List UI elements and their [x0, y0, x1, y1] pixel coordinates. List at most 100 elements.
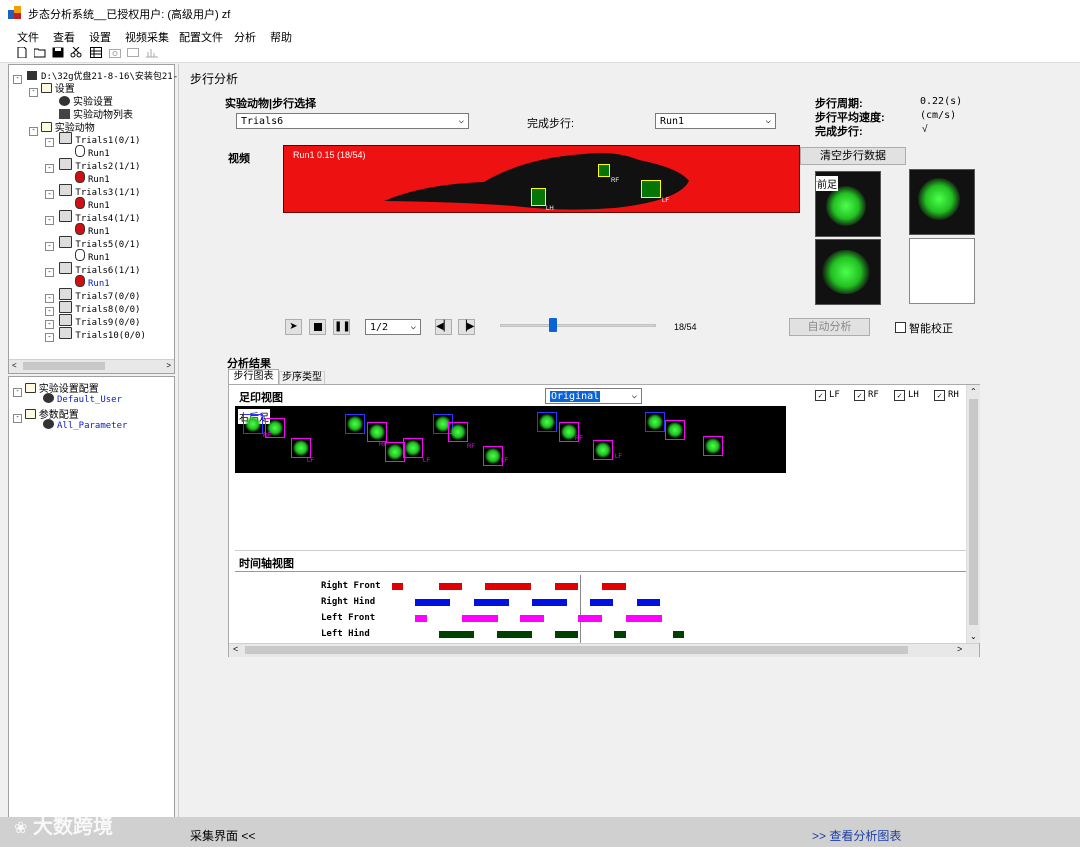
- thumb-2[interactable]: [909, 169, 975, 235]
- play-button[interactable]: ➤: [285, 319, 302, 335]
- trial-icon: [59, 314, 73, 326]
- gear-icon: [43, 393, 54, 403]
- trial-icon: [59, 301, 73, 313]
- tree-horizontal-scrollbar[interactable]: < >: [9, 359, 174, 373]
- cut-icon[interactable]: [70, 47, 82, 58]
- timeline-stance-bar: [555, 583, 578, 590]
- timeline-label: 时间轴视图: [239, 558, 294, 570]
- auto-analyze-button[interactable]: 自动分析: [789, 318, 870, 336]
- paw-icon: [75, 249, 85, 261]
- menu-file[interactable]: 文件: [17, 29, 39, 45]
- app-icon: [8, 6, 21, 19]
- trial-icon: [59, 262, 73, 274]
- checkbox-rf[interactable]: ✓ RF: [854, 390, 879, 401]
- save-icon[interactable]: [52, 47, 64, 58]
- results-panel: 足印视图 Original⌵ ✓LF ✓RF ✓LH ✓RH 右后足 RFLFR…: [228, 384, 980, 657]
- prev-frame-button[interactable]: ◀▏: [435, 319, 452, 335]
- footprint-box: [345, 414, 365, 434]
- tree-trial[interactable]: - Trials1(0/1): [45, 132, 140, 147]
- menu-analysis[interactable]: 分析: [234, 29, 256, 45]
- menu-video-capture[interactable]: 视频采集: [125, 29, 169, 45]
- slider-thumb[interactable]: [549, 318, 557, 332]
- timeline-stance-bar: [626, 615, 662, 622]
- tree-run[interactable]: Run1: [75, 223, 110, 237]
- folder-icon: [40, 122, 52, 132]
- tree-all-parameter[interactable]: All_Parameter: [43, 419, 127, 431]
- timeline-stance-bar: [392, 583, 403, 590]
- trial-icon: [59, 327, 73, 339]
- timeline-stance-bar: [532, 599, 567, 606]
- footprint-tag: LF: [501, 458, 509, 464]
- folder-icon: [40, 83, 52, 93]
- menu-config-file[interactable]: 配置文件: [179, 29, 223, 45]
- tree-run[interactable]: Run1: [75, 171, 110, 185]
- trial-icon: [59, 158, 73, 170]
- config-tree-panel: - 实验设置配置 Default_User - 参数配置 All_Paramet…: [8, 376, 175, 819]
- video-frame[interactable]: Run1 0.15 (18/54) RF LH LF: [283, 145, 800, 213]
- playback-speed-select[interactable]: 1/2 ⌵: [365, 319, 421, 335]
- tree-trial[interactable]: - Trials8(0/0): [45, 301, 140, 316]
- checkbox-lf[interactable]: ✓ LF: [815, 390, 840, 401]
- footprint-tag: LF: [615, 454, 623, 460]
- footprint-select[interactable]: Original ⌵: [545, 388, 642, 404]
- capture-interface-link[interactable]: 采集界面 <<: [190, 827, 255, 844]
- footprint-box: [665, 420, 685, 440]
- thumb-right-front[interactable]: 右前足: [815, 171, 881, 237]
- complete-step-label: 完成步行:: [527, 118, 575, 130]
- tab-step-chart[interactable]: 步行图表: [228, 369, 279, 385]
- view-analysis-chart-link[interactable]: >> 查看分析图表: [812, 827, 901, 844]
- tree-trial[interactable]: - Trials2(1/1): [45, 158, 140, 173]
- tree-trial[interactable]: - Trials7(0/0): [45, 288, 140, 303]
- results-horizontal-scrollbar[interactable]: < >: [229, 643, 979, 657]
- timeline-stance-bar: [439, 631, 474, 638]
- footprint-tag: LF: [307, 458, 315, 464]
- pause-button[interactable]: ❚❚: [333, 319, 351, 335]
- new-file-icon[interactable]: [16, 47, 28, 58]
- tree-trial[interactable]: - Trials10(0/0): [45, 327, 146, 342]
- clear-step-data-button[interactable]: 清空步行数据: [800, 147, 906, 165]
- run-select[interactable]: Run1 ⌵: [655, 113, 776, 129]
- frame-slider[interactable]: [500, 318, 656, 334]
- tree-default-user[interactable]: Default_User: [43, 393, 122, 405]
- collapse-icon[interactable]: -: [13, 75, 22, 84]
- trial-icon: [59, 132, 73, 144]
- tree-trial[interactable]: - Trials4(1/1): [45, 210, 140, 225]
- tree-run[interactable]: Run1: [75, 197, 110, 211]
- thumb-3[interactable]: [815, 239, 881, 305]
- tree-run[interactable]: Run1: [75, 145, 110, 159]
- tree-trial[interactable]: - Trials6(1/1): [45, 262, 140, 277]
- menu-settings[interactable]: 设置: [89, 29, 111, 45]
- footprint-tag: LF: [423, 458, 431, 464]
- speed-value: (cm/s): [920, 110, 957, 121]
- paw-tag-lh: LH: [546, 206, 554, 212]
- timeline-row-label: Right Front: [321, 581, 381, 591]
- camera-icon: [109, 49, 121, 58]
- tab-step-type[interactable]: 步序类型: [279, 371, 325, 385]
- thumb-4-empty[interactable]: [909, 238, 975, 304]
- trial-select[interactable]: Trials6 ⌵: [236, 113, 469, 129]
- menu-view[interactable]: 查看: [53, 29, 75, 45]
- menu-help[interactable]: 帮助: [270, 29, 292, 45]
- collapse-icon: -: [45, 216, 54, 225]
- footprint-view-label: 足印视图: [239, 392, 283, 404]
- smart-correct-checkbox[interactable]: 智能校正: [895, 320, 953, 336]
- next-frame-button[interactable]: ▕▶: [458, 319, 475, 335]
- footprint-box: [537, 412, 557, 432]
- footprint-box: [448, 422, 468, 442]
- tree-trial[interactable]: - Trials5(0/1): [45, 236, 140, 251]
- checkbox-lh[interactable]: ✓ LH: [894, 390, 919, 401]
- open-folder-icon[interactable]: [34, 47, 46, 58]
- checkbox-rh[interactable]: ✓ RH: [934, 390, 959, 401]
- trial-icon: [59, 236, 73, 248]
- tree-trial[interactable]: - Trials9(0/0): [45, 314, 140, 329]
- footprint-strip[interactable]: 右后足 RFLFRFLFRFLFRFLF: [235, 406, 786, 473]
- table-icon[interactable]: [90, 47, 102, 58]
- frame-counter: 18/54: [674, 322, 697, 332]
- folder-icon: [24, 409, 36, 419]
- tree-trial[interactable]: - Trials3(1/1): [45, 184, 140, 199]
- timeline-stance-bar: [578, 615, 602, 622]
- tree-run[interactable]: Run1: [75, 249, 110, 263]
- results-vertical-scrollbar[interactable]: ⌃ ⌄: [966, 385, 980, 643]
- tree-run[interactable]: Run1: [75, 275, 110, 289]
- stop-button[interactable]: [309, 319, 326, 335]
